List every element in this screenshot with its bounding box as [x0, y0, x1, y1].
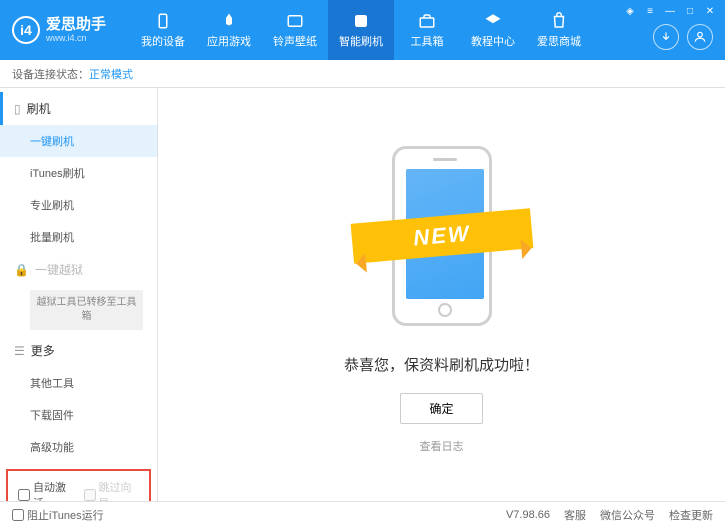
success-message: 恭喜您，保资料刷机成功啦！ — [344, 354, 539, 375]
nav-apps[interactable]: 应用游戏 — [196, 0, 262, 60]
nav-tutorial[interactable]: 教程中心 — [460, 0, 526, 60]
logo-area: i4 爱思助手 www.i4.cn — [12, 16, 106, 44]
status-label: 设备连接状态： — [12, 66, 89, 82]
app-url: www.i4.cn — [46, 33, 106, 43]
sidebar: ▯ 刷机 一键刷机 iTunes刷机 专业刷机 批量刷机 🔒 一键越狱 越狱工具… — [0, 88, 158, 501]
sidebar-section-more[interactable]: ☰ 更多 — [0, 334, 157, 367]
download-button[interactable] — [653, 24, 679, 50]
logo-icon: i4 — [12, 16, 40, 44]
lock-icon: 🔒 — [14, 263, 29, 277]
graduation-icon — [483, 11, 503, 31]
app-name: 爱思助手 — [46, 17, 106, 34]
content-area: NEW 恭喜您，保资料刷机成功啦！ 确定 查看日志 — [158, 88, 725, 501]
new-ribbon: NEW — [350, 208, 533, 264]
sidebar-item-batch[interactable]: 批量刷机 — [0, 221, 157, 253]
more-icon: ☰ — [14, 344, 25, 358]
nav-toolbox[interactable]: 工具箱 — [394, 0, 460, 60]
maximize-icon[interactable]: □ — [683, 4, 697, 18]
sidebar-item-itunes[interactable]: iTunes刷机 — [0, 157, 157, 189]
nav-my-device[interactable]: 我的设备 — [130, 0, 196, 60]
menu-icon[interactable]: ≡ — [643, 4, 657, 18]
nav-ringtones[interactable]: 铃声壁纸 — [262, 0, 328, 60]
store-icon — [549, 11, 569, 31]
sidebar-section-flash[interactable]: ▯ 刷机 — [0, 92, 157, 125]
checkbox-block-itunes[interactable]: 阻止iTunes运行 — [12, 507, 104, 523]
jailbreak-note: 越狱工具已转移至工具箱 — [30, 290, 143, 330]
sidebar-item-other-tools[interactable]: 其他工具 — [0, 367, 157, 399]
flash-icon — [351, 11, 371, 31]
apps-icon — [219, 11, 239, 31]
version-text: V7.98.66 — [506, 509, 550, 521]
view-log-link[interactable]: 查看日志 — [420, 438, 464, 454]
nav-flash[interactable]: 智能刷机 — [328, 0, 394, 60]
phone-icon: ▯ — [14, 102, 21, 116]
success-illustration: NEW — [362, 136, 522, 336]
checkbox-highlight-area: 自动激活 跳过向导 — [6, 469, 151, 501]
header-actions — [653, 24, 713, 50]
sidebar-item-pro[interactable]: 专业刷机 — [0, 189, 157, 221]
checkbox-auto-activate[interactable]: 自动激活 — [18, 479, 74, 501]
footer-service[interactable]: 客服 — [564, 507, 586, 523]
minimize-icon[interactable]: — — [663, 4, 677, 18]
confirm-button[interactable]: 确定 — [400, 393, 482, 424]
user-button[interactable] — [687, 24, 713, 50]
sidebar-item-download-fw[interactable]: 下载固件 — [0, 399, 157, 431]
image-icon — [285, 11, 305, 31]
footer: 阻止iTunes运行 V7.98.66 客服 微信公众号 检查更新 — [0, 501, 725, 527]
footer-update[interactable]: 检查更新 — [669, 507, 713, 523]
nav-bar: 我的设备 应用游戏 铃声壁纸 智能刷机 工具箱 教程中心 爱思商城 — [130, 0, 592, 60]
status-value: 正常模式 — [89, 66, 133, 82]
device-icon — [153, 11, 173, 31]
toolbox-icon — [417, 11, 437, 31]
sidebar-item-advanced[interactable]: 高级功能 — [0, 431, 157, 463]
nav-store[interactable]: 爱思商城 — [526, 0, 592, 60]
status-bar: 设备连接状态： 正常模式 — [0, 60, 725, 88]
sidebar-item-oneclick[interactable]: 一键刷机 — [0, 125, 157, 157]
window-controls: ◈ ≡ — □ ✕ — [623, 4, 717, 18]
checkbox-skip-guide[interactable]: 跳过向导 — [84, 479, 140, 501]
sidebar-section-jailbreak: 🔒 一键越狱 — [0, 253, 157, 286]
skin-icon[interactable]: ◈ — [623, 4, 637, 18]
close-icon[interactable]: ✕ — [703, 4, 717, 18]
footer-wechat[interactable]: 微信公众号 — [600, 507, 655, 523]
app-header: i4 爱思助手 www.i4.cn 我的设备 应用游戏 铃声壁纸 智能刷机 工具… — [0, 0, 725, 60]
